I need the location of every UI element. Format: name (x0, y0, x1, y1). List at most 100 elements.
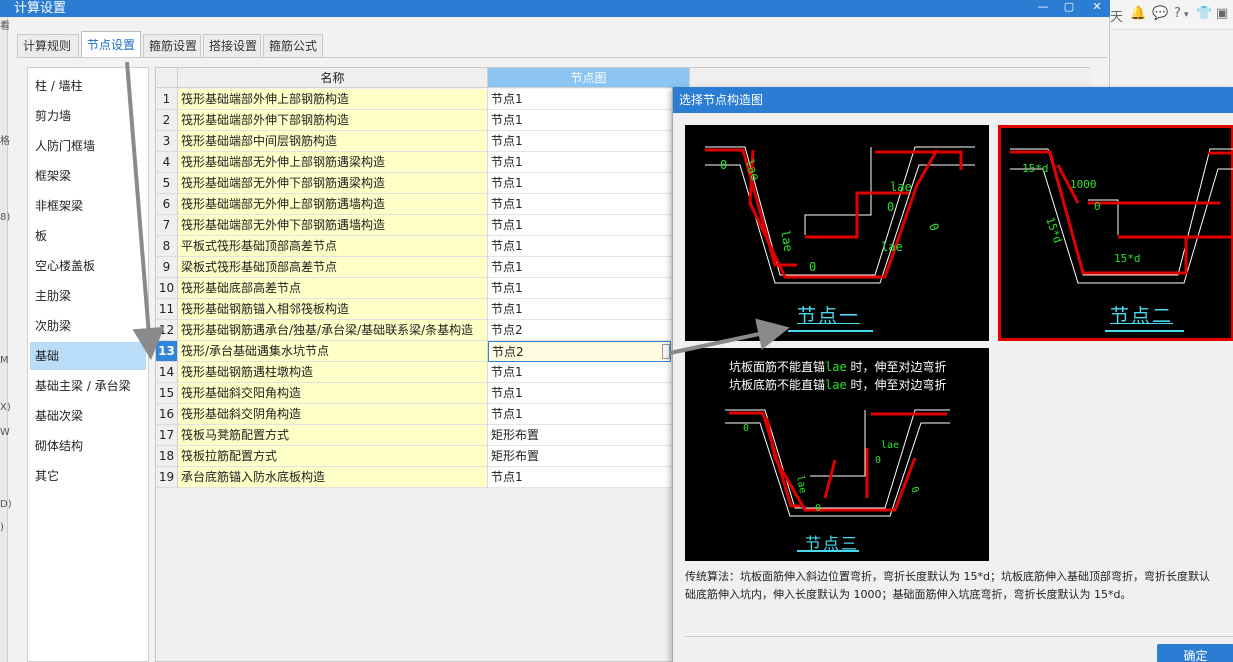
table-row[interactable]: 16 筏形基础斜交阴角构造 节点1 (156, 404, 671, 425)
table-row[interactable]: 7 筏形基础端部无外伸下部钢筋遇墙构造 节点1 (156, 215, 671, 236)
window-title: 计算设置 (14, 1, 67, 16)
node-name-cell[interactable]: 筏形/承台基础遇集水坑节点 (178, 341, 488, 362)
help-dropdown-icon[interactable]: ▾ (1184, 10, 1189, 20)
node-name-cell[interactable]: 筏形基础端部外伸下部钢筋构造 (178, 110, 488, 131)
app-menu-item[interactable]: 天 (1110, 6, 1123, 25)
node-name-cell[interactable]: 筏形基础端部无外伸下部钢筋遇梁构造 (178, 173, 488, 194)
tab-stirrup-settings[interactable]: 箍筋设置 (143, 34, 201, 57)
dropdown-button[interactable] (662, 344, 670, 359)
minimize-icon[interactable]: — (1032, 0, 1054, 17)
node-value-cell[interactable]: 节点2 (488, 320, 671, 341)
dim-label: lae (881, 240, 903, 254)
category-item[interactable]: 剪力墙 (30, 102, 146, 130)
node-column-header[interactable]: 节点图 (488, 68, 690, 88)
table-row[interactable]: 3 筏形基础端部中间层钢筋构造 节点1 (156, 131, 671, 152)
table-row[interactable]: 15 筏形基础斜交阳角构造 节点1 (156, 383, 671, 404)
node-name-cell[interactable]: 筏形基础端部外伸上部钢筋构造 (178, 89, 488, 110)
node-name-cell[interactable]: 筏形基础端部无外伸上部钢筋遇墙构造 (178, 194, 488, 215)
tab-lap-settings[interactable]: 搭接设置 (203, 34, 261, 57)
node-value: 节点1 (491, 197, 523, 211)
node-value-cell[interactable]: 节点1 (488, 173, 671, 194)
node-option-2[interactable]: 15*d 1000 0 15*d 15*d 节点二 (998, 125, 1233, 341)
table-row[interactable]: 6 筏形基础端部无外伸上部钢筋遇墙构造 节点1 (156, 194, 671, 215)
table-row[interactable]: 5 筏形基础端部无外伸下部钢筋遇梁构造 节点1 (156, 173, 671, 194)
dim-label: 0 (908, 485, 920, 494)
node-value-cell[interactable]: 节点1 (488, 383, 671, 404)
node-value-cell[interactable]: 节点1 (488, 362, 671, 383)
category-item[interactable]: 砌体结构 (30, 432, 146, 460)
table-row[interactable]: 19 承台底筋锚入防水底板构造 节点1 (156, 467, 671, 488)
node-value-cell[interactable]: 节点1 (488, 194, 671, 215)
category-item[interactable]: 次肋梁 (30, 312, 146, 340)
table-row[interactable]: 10 筏形基础底部高差节点 节点1 (156, 278, 671, 299)
help-icon[interactable]: ? (1174, 6, 1181, 21)
node-name-cell[interactable]: 梁板式筏形基础顶部高差节点 (178, 257, 488, 278)
table-row[interactable]: 4 筏形基础端部无外伸上部钢筋遇梁构造 节点1 (156, 152, 671, 173)
table-row[interactable]: 13 筏形/承台基础遇集水坑节点 节点2 (156, 341, 671, 362)
node-value-cell[interactable]: 节点1 (488, 236, 671, 257)
table-row[interactable]: 11 筏形基础钢筋锚入相邻筏板构造 节点1 (156, 299, 671, 320)
dim-label: 0 (815, 503, 821, 514)
category-item[interactable]: 空心楼盖板 (30, 252, 146, 280)
shirt-icon[interactable]: 👕 (1196, 6, 1212, 21)
category-item[interactable]: 基础 (30, 342, 146, 370)
node-name-cell[interactable]: 筏形基础端部中间层钢筋构造 (178, 131, 488, 152)
window-icon[interactable]: ▣ (1216, 6, 1228, 21)
name-column-header[interactable]: 名称 (178, 68, 488, 88)
node-name-cell[interactable]: 筏形基础斜交阴角构造 (178, 404, 488, 425)
node-value-cell[interactable]: 节点1 (488, 110, 671, 131)
node-value-cell[interactable]: 节点1 (488, 215, 671, 236)
node-value-cell[interactable]: 节点1 (488, 89, 671, 110)
node-name-cell[interactable]: 筏形基础斜交阳角构造 (178, 383, 488, 404)
category-item[interactable]: 框架梁 (30, 162, 146, 190)
node-value-cell[interactable]: 节点1 (488, 257, 671, 278)
node-name-cell[interactable]: 筏形基础钢筋遇承台/独基/承台梁/基础联系梁/条基构造 (178, 320, 488, 341)
dim-label: 0 (1094, 200, 1101, 213)
category-item[interactable]: 基础次梁 (30, 402, 146, 430)
node-option-3[interactable]: 坑板面筋不能直锚lae 时，伸至对边弯折 坑板底筋不能直锚lae 时，伸至对边弯… (685, 348, 989, 561)
node-value-cell[interactable]: 节点1 (488, 152, 671, 173)
maximize-icon[interactable]: ▢ (1058, 0, 1080, 17)
table-row[interactable]: 14 筏形基础钢筋遇柱墩构造 节点1 (156, 362, 671, 383)
node-value-cell[interactable]: 矩形布置 (488, 425, 671, 446)
node-value-cell[interactable]: 节点1 (488, 404, 671, 425)
table-row[interactable]: 1 筏形基础端部外伸上部钢筋构造 节点1 (156, 89, 671, 110)
node-name-cell[interactable]: 筏板拉筋配置方式 (178, 446, 488, 467)
table-row[interactable]: 17 筏板马凳筋配置方式 矩形布置 (156, 425, 671, 446)
node-value-cell[interactable]: 矩形布置 (488, 446, 671, 467)
table-row[interactable]: 12 筏形基础钢筋遇承台/独基/承台梁/基础联系梁/条基构造 节点2 (156, 320, 671, 341)
node-value-cell[interactable]: 节点1 (488, 467, 671, 488)
node-option-1[interactable]: 0 lae lae 0 0 lae lae 0 节点一 (685, 125, 989, 341)
category-item[interactable]: 基础主梁 / 承台梁 (30, 372, 146, 400)
tab-stirrup-formula[interactable]: 箍筋公式 (263, 34, 323, 57)
node-name-cell[interactable]: 筏形基础钢筋锚入相邻筏板构造 (178, 299, 488, 320)
chat-icon[interactable]: 💬 (1152, 6, 1168, 21)
category-item[interactable]: 其它 (30, 462, 146, 490)
node-name-cell[interactable]: 筏形基础端部无外伸下部钢筋遇墙构造 (178, 215, 488, 236)
node-name-cell[interactable]: 承台底筋锚入防水底板构造 (178, 467, 488, 488)
node-value-cell[interactable]: 节点1 (488, 131, 671, 152)
tab-node-settings[interactable]: 节点设置 (81, 31, 141, 58)
table-row[interactable]: 2 筏形基础端部外伸下部钢筋构造 节点1 (156, 110, 671, 131)
confirm-button[interactable]: 确定 (1157, 644, 1233, 662)
bell-icon[interactable]: 🔔 (1130, 6, 1146, 21)
node-name-cell[interactable]: 筏形基础钢筋遇柱墩构造 (178, 362, 488, 383)
node-value-cell[interactable]: 节点2 (488, 341, 671, 362)
node-value-cell[interactable]: 节点1 (488, 299, 671, 320)
tab-calculation-rules[interactable]: 计算规则 (17, 34, 79, 57)
category-item[interactable]: 非框架梁 (30, 192, 146, 220)
category-item[interactable]: 板 (30, 222, 146, 250)
category-item[interactable]: 主肋梁 (30, 282, 146, 310)
table-row[interactable]: 8 平板式筏形基础顶部高差节点 节点1 (156, 236, 671, 257)
node-name-cell[interactable]: 筏形基础底部高差节点 (178, 278, 488, 299)
node-name-cell[interactable]: 筏板马凳筋配置方式 (178, 425, 488, 446)
table-row[interactable]: 18 筏板拉筋配置方式 矩形布置 (156, 446, 671, 467)
node-value-cell[interactable]: 节点1 (488, 278, 671, 299)
close-icon[interactable]: ✕ (1086, 0, 1108, 17)
category-item[interactable]: 人防门框墙 (30, 132, 146, 160)
row-number: 13 (156, 341, 178, 362)
node-name-cell[interactable]: 平板式筏形基础顶部高差节点 (178, 236, 488, 257)
table-row[interactable]: 9 梁板式筏形基础顶部高差节点 节点1 (156, 257, 671, 278)
category-item[interactable]: 柱 / 墙柱 (30, 72, 146, 100)
node-name-cell[interactable]: 筏形基础端部无外伸上部钢筋遇梁构造 (178, 152, 488, 173)
